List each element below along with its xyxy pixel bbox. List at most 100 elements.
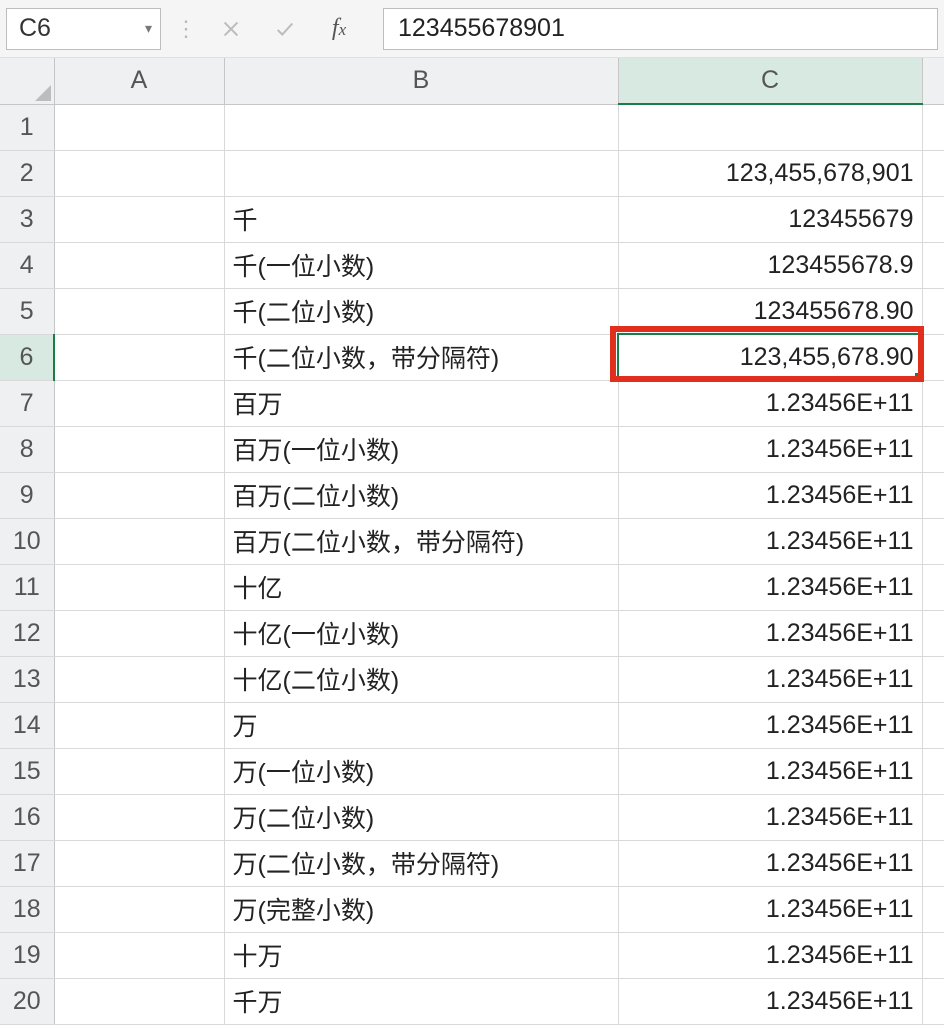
- row-header[interactable]: 13: [0, 656, 54, 702]
- cell-b9[interactable]: 百万(二位小数): [224, 472, 618, 518]
- cell-extra[interactable]: [922, 334, 944, 380]
- row-header[interactable]: 3: [0, 196, 54, 242]
- cell-a3[interactable]: [54, 196, 224, 242]
- cell-extra[interactable]: [922, 150, 944, 196]
- cell-c8[interactable]: 1.23456E+11: [618, 426, 922, 472]
- cell-b20[interactable]: 千万: [224, 978, 618, 1024]
- row-header[interactable]: 4: [0, 242, 54, 288]
- row-header[interactable]: 7: [0, 380, 54, 426]
- row-header[interactable]: 1: [0, 104, 54, 150]
- row-header[interactable]: 17: [0, 840, 54, 886]
- cell-b2[interactable]: [224, 150, 618, 196]
- row-header[interactable]: 16: [0, 794, 54, 840]
- row-header[interactable]: 6: [0, 334, 54, 380]
- cancel-button[interactable]: [211, 11, 251, 47]
- cell-a15[interactable]: [54, 748, 224, 794]
- cell-c3[interactable]: 123455679: [618, 196, 922, 242]
- cell-c11[interactable]: 1.23456E+11: [618, 564, 922, 610]
- cell-extra[interactable]: [922, 472, 944, 518]
- row-header[interactable]: 18: [0, 886, 54, 932]
- cell-extra[interactable]: [922, 978, 944, 1024]
- cell-extra[interactable]: [922, 564, 944, 610]
- row-header[interactable]: 8: [0, 426, 54, 472]
- cell-c12[interactable]: 1.23456E+11: [618, 610, 922, 656]
- cell-extra[interactable]: [922, 518, 944, 564]
- cell-a19[interactable]: [54, 932, 224, 978]
- row-header[interactable]: 14: [0, 702, 54, 748]
- cell-c17[interactable]: 1.23456E+11: [618, 840, 922, 886]
- cell-c15[interactable]: 1.23456E+11: [618, 748, 922, 794]
- cell-b15[interactable]: 万(一位小数): [224, 748, 618, 794]
- cell-b5[interactable]: 千(二位小数): [224, 288, 618, 334]
- name-box[interactable]: C6 ▾: [6, 8, 161, 50]
- cell-a10[interactable]: [54, 518, 224, 564]
- cell-b17[interactable]: 万(二位小数，带分隔符): [224, 840, 618, 886]
- cell-b1[interactable]: [224, 104, 618, 150]
- cell-a8[interactable]: [54, 426, 224, 472]
- cell-b16[interactable]: 万(二位小数): [224, 794, 618, 840]
- cell-c1[interactable]: [618, 104, 922, 150]
- row-header[interactable]: 15: [0, 748, 54, 794]
- formula-input[interactable]: 123455678901: [383, 8, 938, 50]
- cell-b11[interactable]: 十亿: [224, 564, 618, 610]
- cell-extra[interactable]: [922, 748, 944, 794]
- row-header[interactable]: 9: [0, 472, 54, 518]
- cell-a12[interactable]: [54, 610, 224, 656]
- enter-button[interactable]: [265, 11, 305, 47]
- cell-a13[interactable]: [54, 656, 224, 702]
- cell-a9[interactable]: [54, 472, 224, 518]
- cell-a5[interactable]: [54, 288, 224, 334]
- cell-b14[interactable]: 万: [224, 702, 618, 748]
- cell-b10[interactable]: 百万(二位小数，带分隔符): [224, 518, 618, 564]
- cell-b8[interactable]: 百万(一位小数): [224, 426, 618, 472]
- cell-b12[interactable]: 十亿(一位小数): [224, 610, 618, 656]
- cell-b4[interactable]: 千(一位小数): [224, 242, 618, 288]
- cell-c10[interactable]: 1.23456E+11: [618, 518, 922, 564]
- cell-extra[interactable]: [922, 426, 944, 472]
- cell-b7[interactable]: 百万: [224, 380, 618, 426]
- row-header[interactable]: 2: [0, 150, 54, 196]
- row-header[interactable]: 12: [0, 610, 54, 656]
- cell-a11[interactable]: [54, 564, 224, 610]
- col-header-a[interactable]: A: [54, 58, 224, 104]
- cell-c7[interactable]: 1.23456E+11: [618, 380, 922, 426]
- cell-c5[interactable]: 123455678.90: [618, 288, 922, 334]
- cell-c4[interactable]: 123455678.9: [618, 242, 922, 288]
- cell-c2[interactable]: 123,455,678,901: [618, 150, 922, 196]
- cell-c6[interactable]: 123,455,678.90: [618, 334, 922, 380]
- cell-a16[interactable]: [54, 794, 224, 840]
- cell-a20[interactable]: [54, 978, 224, 1024]
- cell-c9[interactable]: 1.23456E+11: [618, 472, 922, 518]
- cell-b6[interactable]: 千(二位小数，带分隔符): [224, 334, 618, 380]
- row-header[interactable]: 19: [0, 932, 54, 978]
- cell-c18[interactable]: 1.23456E+11: [618, 886, 922, 932]
- dropdown-icon[interactable]: ▾: [145, 20, 152, 37]
- col-header-c[interactable]: C: [618, 58, 922, 104]
- cell-c20[interactable]: 1.23456E+11: [618, 978, 922, 1024]
- cell-a7[interactable]: [54, 380, 224, 426]
- cell-extra[interactable]: [922, 702, 944, 748]
- cell-a1[interactable]: [54, 104, 224, 150]
- cell-c13[interactable]: 1.23456E+11: [618, 656, 922, 702]
- cell-a6[interactable]: [54, 334, 224, 380]
- cell-b18[interactable]: 万(完整小数): [224, 886, 618, 932]
- cell-extra[interactable]: [922, 656, 944, 702]
- row-header[interactable]: 20: [0, 978, 54, 1024]
- cell-c19[interactable]: 1.23456E+11: [618, 932, 922, 978]
- cell-extra[interactable]: [922, 104, 944, 150]
- col-header-extra[interactable]: [922, 58, 944, 104]
- cell-extra[interactable]: [922, 886, 944, 932]
- cell-extra[interactable]: [922, 794, 944, 840]
- cell-extra[interactable]: [922, 610, 944, 656]
- row-header[interactable]: 5: [0, 288, 54, 334]
- cell-a2[interactable]: [54, 150, 224, 196]
- cell-c14[interactable]: 1.23456E+11: [618, 702, 922, 748]
- cell-extra[interactable]: [922, 380, 944, 426]
- insert-function-button[interactable]: fx: [319, 11, 359, 47]
- row-header[interactable]: 11: [0, 564, 54, 610]
- cell-b19[interactable]: 十万: [224, 932, 618, 978]
- cell-b3[interactable]: 千: [224, 196, 618, 242]
- select-all-corner[interactable]: [0, 58, 54, 104]
- col-header-b[interactable]: B: [224, 58, 618, 104]
- cell-extra[interactable]: [922, 242, 944, 288]
